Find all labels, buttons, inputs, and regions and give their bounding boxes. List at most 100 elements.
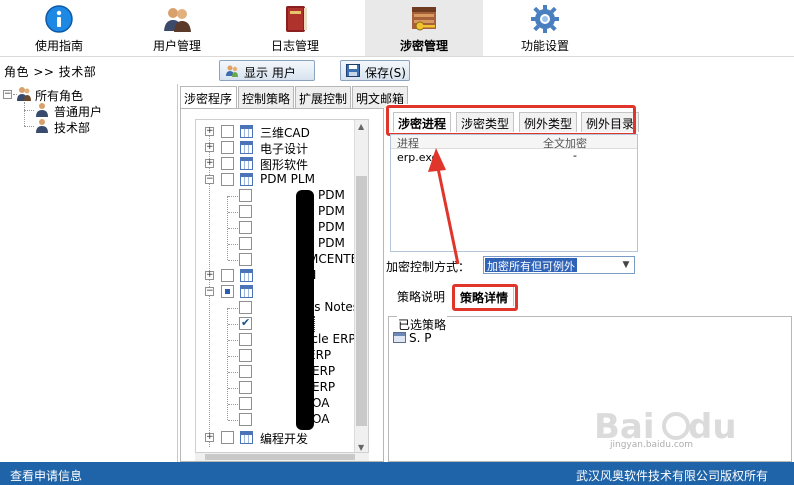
tree-item-electronic[interactable]: + 电子设计 (196, 140, 356, 156)
checkbox-partial[interactable] (221, 285, 234, 298)
expand-toggle[interactable]: + (205, 433, 214, 442)
toolbar-label-secret: 涉密管理 (399, 39, 448, 53)
svg-text:du: du (688, 407, 737, 447)
program-group-icon (240, 431, 253, 444)
checkbox[interactable] (221, 157, 234, 170)
toolbar-button-users[interactable]: 用户管理 (118, 0, 236, 56)
tree-subitem[interactable]: P (196, 316, 356, 332)
tab-extended-control[interactable]: 扩展控制 (295, 86, 351, 108)
show-users-button[interactable]: 显示 用户 (219, 60, 315, 81)
scrollbar-thumb[interactable] (205, 454, 355, 460)
checkbox[interactable] (239, 365, 252, 378)
tree-subitem[interactable]: PDM (196, 220, 356, 236)
tree-subitem[interactable]: MCENTER PL (196, 252, 368, 268)
checkbox[interactable] (239, 237, 252, 250)
toolbar-label-settings: 功能设置 (520, 39, 569, 53)
checkbox[interactable] (221, 125, 234, 138)
tree-subitem-label: PDM (318, 188, 345, 202)
tree-subitem[interactable]: acle ERP (196, 332, 356, 348)
checkbox[interactable] (239, 349, 252, 362)
tree-item-graphics[interactable]: + 图形软件 (196, 156, 356, 172)
tree-subitem[interactable]: OA (196, 396, 356, 412)
role-item-normal-users[interactable]: 普通用户 (54, 103, 102, 120)
users-small-icon (226, 65, 238, 77)
tab-control-policy[interactable]: 控制策略 (238, 86, 294, 108)
policy-item[interactable]: S. P (393, 331, 431, 345)
program-panel: + 三维CAD + 电子设计 + 图形软件 − PDM PLM PDM PDM … (180, 108, 384, 462)
tree-item-p[interactable]: − P (196, 284, 356, 300)
checkbox[interactable] (239, 205, 252, 218)
tree-subitem[interactable]: tus Notes (196, 300, 359, 316)
process-list[interactable]: 进程 全文加密 erp.exe - (390, 134, 638, 252)
floppy-disk-icon (346, 64, 360, 77)
checkbox[interactable] (221, 269, 234, 282)
process-name[interactable]: erp.exe (397, 151, 438, 164)
collapse-toggle[interactable]: − (3, 90, 12, 99)
checkbox-checked[interactable] (239, 316, 252, 330)
role-group-icon (17, 87, 31, 101)
tree-subitem-label: PDM (318, 204, 345, 218)
tree-item-label: 电子设计 (260, 142, 309, 156)
vertical-scrollbar[interactable]: ▲ ▼ (354, 120, 368, 452)
checkbox[interactable] (239, 397, 252, 410)
save-button[interactable]: 保存(S) (340, 60, 410, 81)
tree-connector (228, 212, 238, 213)
role-item-tech-dept[interactable]: 技术部 (54, 119, 90, 136)
tab-secret-programs[interactable]: 涉密程序 (180, 86, 237, 109)
collapse-toggle[interactable]: − (205, 175, 214, 184)
checkbox[interactable] (239, 221, 252, 234)
toolbar-button-logs[interactable]: 日志管理 (236, 0, 354, 56)
checkbox[interactable] (239, 301, 252, 314)
scroll-up-icon[interactable]: ▲ (358, 122, 364, 131)
tree-item-programming[interactable]: + 编程开发 (196, 430, 356, 446)
scroll-down-icon[interactable]: ▼ (358, 443, 364, 452)
tree-subitem[interactable]: PDM (196, 236, 356, 252)
checkbox[interactable] (221, 173, 234, 186)
checkbox[interactable] (239, 189, 252, 202)
tree-item-m[interactable]: + M (196, 268, 356, 284)
view-requests-link[interactable]: 查看申请信息 (10, 467, 82, 484)
tab-policy-description[interactable]: 策略说明 (392, 286, 450, 306)
checkbox[interactable] (221, 141, 234, 154)
program-group-icon (240, 173, 253, 186)
collapse-toggle[interactable]: − (205, 287, 214, 296)
tree-subitem[interactable]: PDM (196, 204, 356, 220)
tree-item-pdm[interactable]: − PDM PLM (196, 172, 356, 188)
tree-subitem[interactable]: OA (196, 412, 356, 428)
tree-subitem[interactable]: ERP (196, 348, 356, 364)
expand-toggle[interactable]: + (205, 159, 214, 168)
tree-subitem-label: ERP (312, 364, 336, 378)
policy-icon (393, 332, 406, 343)
tree-subitem[interactable]: ERP (196, 380, 356, 396)
checkbox[interactable] (239, 413, 252, 426)
tree-connector (228, 372, 238, 373)
checkbox[interactable] (239, 381, 252, 394)
scrollbar-thumb[interactable] (356, 176, 367, 426)
policy-item-label: S. P (409, 331, 432, 345)
secret-management-icon (412, 7, 436, 31)
redaction-mark (296, 190, 314, 430)
expand-toggle[interactable]: + (205, 143, 214, 152)
tree-subitem-label: PDM (318, 220, 345, 234)
user-icon (36, 119, 48, 133)
tree-subitem[interactable]: PDM (196, 188, 356, 204)
toolbar-button-secret[interactable]: 涉密管理 (365, 0, 483, 56)
baidu-watermark: Bai du (594, 407, 737, 447)
tree-item-cad[interactable]: + 三维CAD (196, 124, 356, 140)
tree-connector (228, 356, 238, 357)
toolbar-button-settings[interactable]: 功能设置 (486, 0, 604, 56)
main-toolbar: 使用指南 用户管理 日志管理 涉密管理 功能设置 (0, 0, 794, 56)
checkbox[interactable] (221, 431, 234, 444)
tree-item-label: PDM PLM (260, 172, 315, 186)
checkbox[interactable] (239, 333, 252, 346)
encrypt-mode-select[interactable]: 加密所有但可例外 ▼ (483, 256, 635, 274)
expand-toggle[interactable]: + (205, 127, 214, 136)
toolbar-button-guide[interactable]: 使用指南 (0, 0, 118, 56)
horizontal-scrollbar[interactable] (195, 453, 369, 461)
expand-toggle[interactable]: + (205, 271, 214, 280)
copyright-text: 武汉风奥软件技术有限公司版权所有 (575, 469, 768, 483)
chevron-down-icon[interactable]: ▼ (618, 257, 634, 273)
program-group-icon (240, 125, 253, 138)
checkbox[interactable] (239, 253, 252, 266)
tree-subitem[interactable]: ERP (196, 364, 356, 380)
